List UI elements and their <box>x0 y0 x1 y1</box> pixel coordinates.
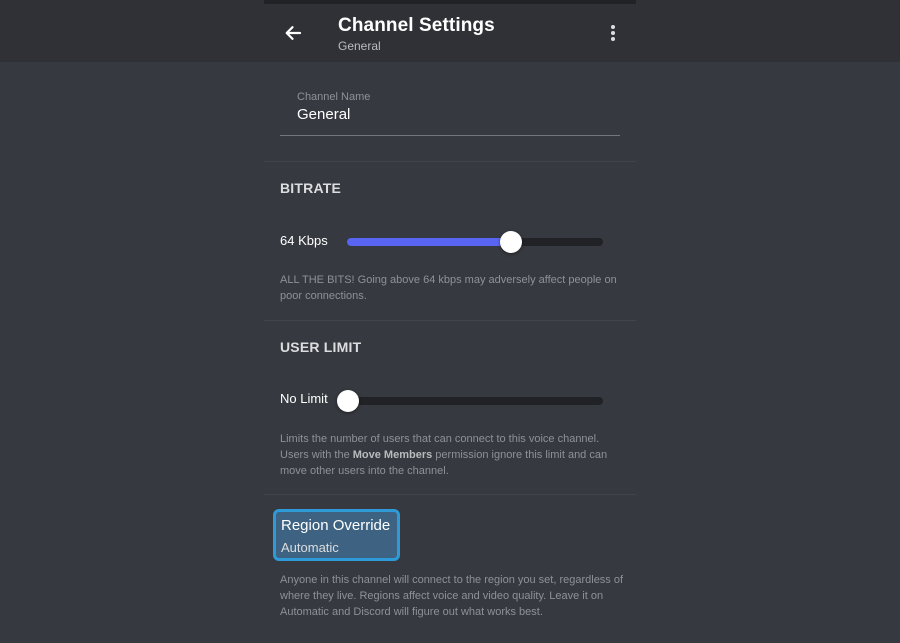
channel-name-field[interactable]: Channel Name <box>280 84 620 136</box>
region-help-text: Anyone in this channel will connect to t… <box>280 574 624 618</box>
page-title: Channel Settings <box>338 15 495 36</box>
region-override-title: Region Override <box>281 517 391 534</box>
user-limit-help-text: Limits the number of users that can conn… <box>280 431 625 479</box>
bitrate-slider[interactable] <box>347 238 603 246</box>
section-divider <box>264 494 636 495</box>
channel-settings-screen: Channel Settings General Channel Name BI… <box>0 0 900 643</box>
section-divider <box>264 320 636 321</box>
region-override-button[interactable]: Region Override Automatic <box>273 509 400 561</box>
user-limit-slider-thumb[interactable] <box>337 390 359 412</box>
move-members-permission: Move Members <box>352 449 433 461</box>
page-subtitle: General <box>338 39 381 53</box>
header-top-strip <box>264 0 636 4</box>
bitrate-slider-fill <box>347 238 511 246</box>
channel-name-input[interactable] <box>297 106 597 123</box>
header-title-block: Channel Settings General <box>338 14 495 53</box>
bitrate-slider-thumb[interactable] <box>499 231 522 253</box>
user-limit-value-label: No Limit <box>280 391 328 406</box>
user-limit-slider[interactable] <box>347 397 603 405</box>
bitrate-help-text: ALL THE BITS! Going above 64 kbps may ad… <box>280 274 617 302</box>
section-divider <box>264 161 636 162</box>
arrow-left-icon <box>285 26 302 40</box>
more-options-button[interactable] <box>600 18 626 48</box>
bitrate-value-label: 64 Kbps <box>280 233 328 248</box>
bitrate-title: BITRATE <box>280 180 342 196</box>
more-vertical-icon <box>611 25 615 41</box>
region-override-value: Automatic <box>281 540 339 555</box>
user-limit-title: USER LIMIT <box>280 339 362 355</box>
header-bar: Channel Settings General <box>0 0 900 62</box>
channel-name-label: Channel Name <box>297 91 371 103</box>
back-button[interactable] <box>277 17 309 49</box>
